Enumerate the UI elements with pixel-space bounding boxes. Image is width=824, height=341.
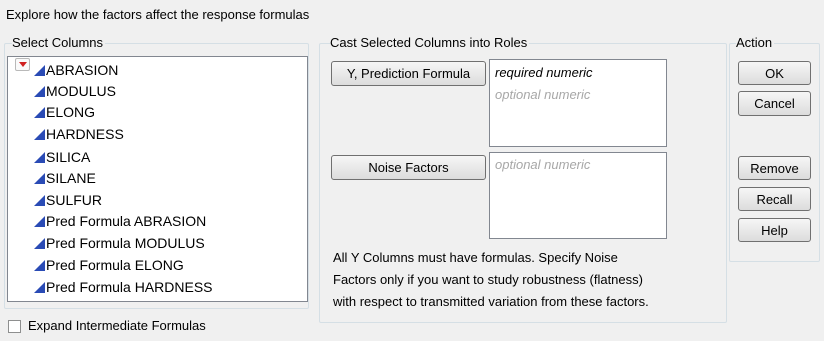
continuous-column-icon bbox=[34, 86, 45, 97]
list-item-modulus[interactable]: MODULUS bbox=[34, 81, 116, 102]
y-prediction-formula-button[interactable]: Y, Prediction Formula bbox=[331, 61, 486, 86]
help-button[interactable]: Help bbox=[738, 218, 811, 242]
expand-intermediate-formulas-checkbox[interactable] bbox=[8, 320, 21, 333]
y-required-hint: required numeric bbox=[495, 65, 593, 80]
recall-button[interactable]: Recall bbox=[738, 187, 811, 211]
red-triangle-menu-icon[interactable] bbox=[15, 58, 30, 71]
noise-role-box[interactable]: optional numeric bbox=[489, 152, 667, 239]
continuous-column-icon bbox=[34, 195, 45, 206]
continuous-column-icon bbox=[34, 152, 45, 163]
y-optional-hint: optional numeric bbox=[495, 87, 591, 102]
remove-button[interactable]: Remove bbox=[738, 156, 811, 180]
continuous-column-icon bbox=[34, 107, 45, 118]
list-item-silane[interactable]: SILANE bbox=[34, 168, 96, 189]
cast-note-line-3: with respect to transmitted variation fr… bbox=[333, 294, 649, 309]
list-item-pred-formula-hardness[interactable]: Pred Formula HARDNESS bbox=[34, 277, 213, 298]
list-item-abrasion[interactable]: ABRASION bbox=[34, 60, 118, 81]
list-item-pred-formula-abrasion[interactable]: Pred Formula ABRASION bbox=[34, 211, 206, 232]
list-item-sulfur[interactable]: SULFUR bbox=[34, 190, 102, 211]
continuous-column-icon bbox=[34, 65, 45, 76]
continuous-column-icon bbox=[34, 282, 45, 293]
continuous-column-icon bbox=[34, 216, 45, 227]
cast-note-line-1: All Y Columns must have formulas. Specif… bbox=[333, 250, 618, 265]
continuous-column-icon bbox=[34, 129, 45, 140]
action-title: Action bbox=[736, 35, 775, 50]
noise-factors-button[interactable]: Noise Factors bbox=[331, 155, 486, 180]
expand-intermediate-formulas-label[interactable]: Expand Intermediate Formulas bbox=[28, 318, 206, 333]
list-item-silica[interactable]: SILICA bbox=[34, 147, 90, 168]
dialog-instruction: Explore how the factors affect the respo… bbox=[6, 7, 310, 22]
continuous-column-icon bbox=[34, 173, 45, 184]
list-item-elong[interactable]: ELONG bbox=[34, 102, 95, 123]
list-item-pred-formula-elong[interactable]: Pred Formula ELONG bbox=[34, 255, 184, 276]
cancel-button[interactable]: Cancel bbox=[738, 91, 811, 116]
continuous-column-icon bbox=[34, 238, 45, 249]
continuous-column-icon bbox=[34, 260, 45, 271]
ok-button[interactable]: OK bbox=[738, 61, 811, 85]
cast-note-line-2: Factors only if you want to study robust… bbox=[333, 272, 643, 287]
cast-roles-title: Cast Selected Columns into Roles bbox=[330, 35, 530, 50]
list-item-pred-formula-modulus[interactable]: Pred Formula MODULUS bbox=[34, 233, 205, 254]
y-role-box[interactable]: required numeric optional numeric bbox=[489, 59, 667, 147]
column-list[interactable]: ABRASION MODULUS ELONG HARDNESS SILICA S… bbox=[7, 56, 308, 302]
list-item-hardness[interactable]: HARDNESS bbox=[34, 124, 124, 145]
select-columns-title: Select Columns bbox=[12, 35, 106, 50]
noise-optional-hint: optional numeric bbox=[495, 157, 591, 172]
